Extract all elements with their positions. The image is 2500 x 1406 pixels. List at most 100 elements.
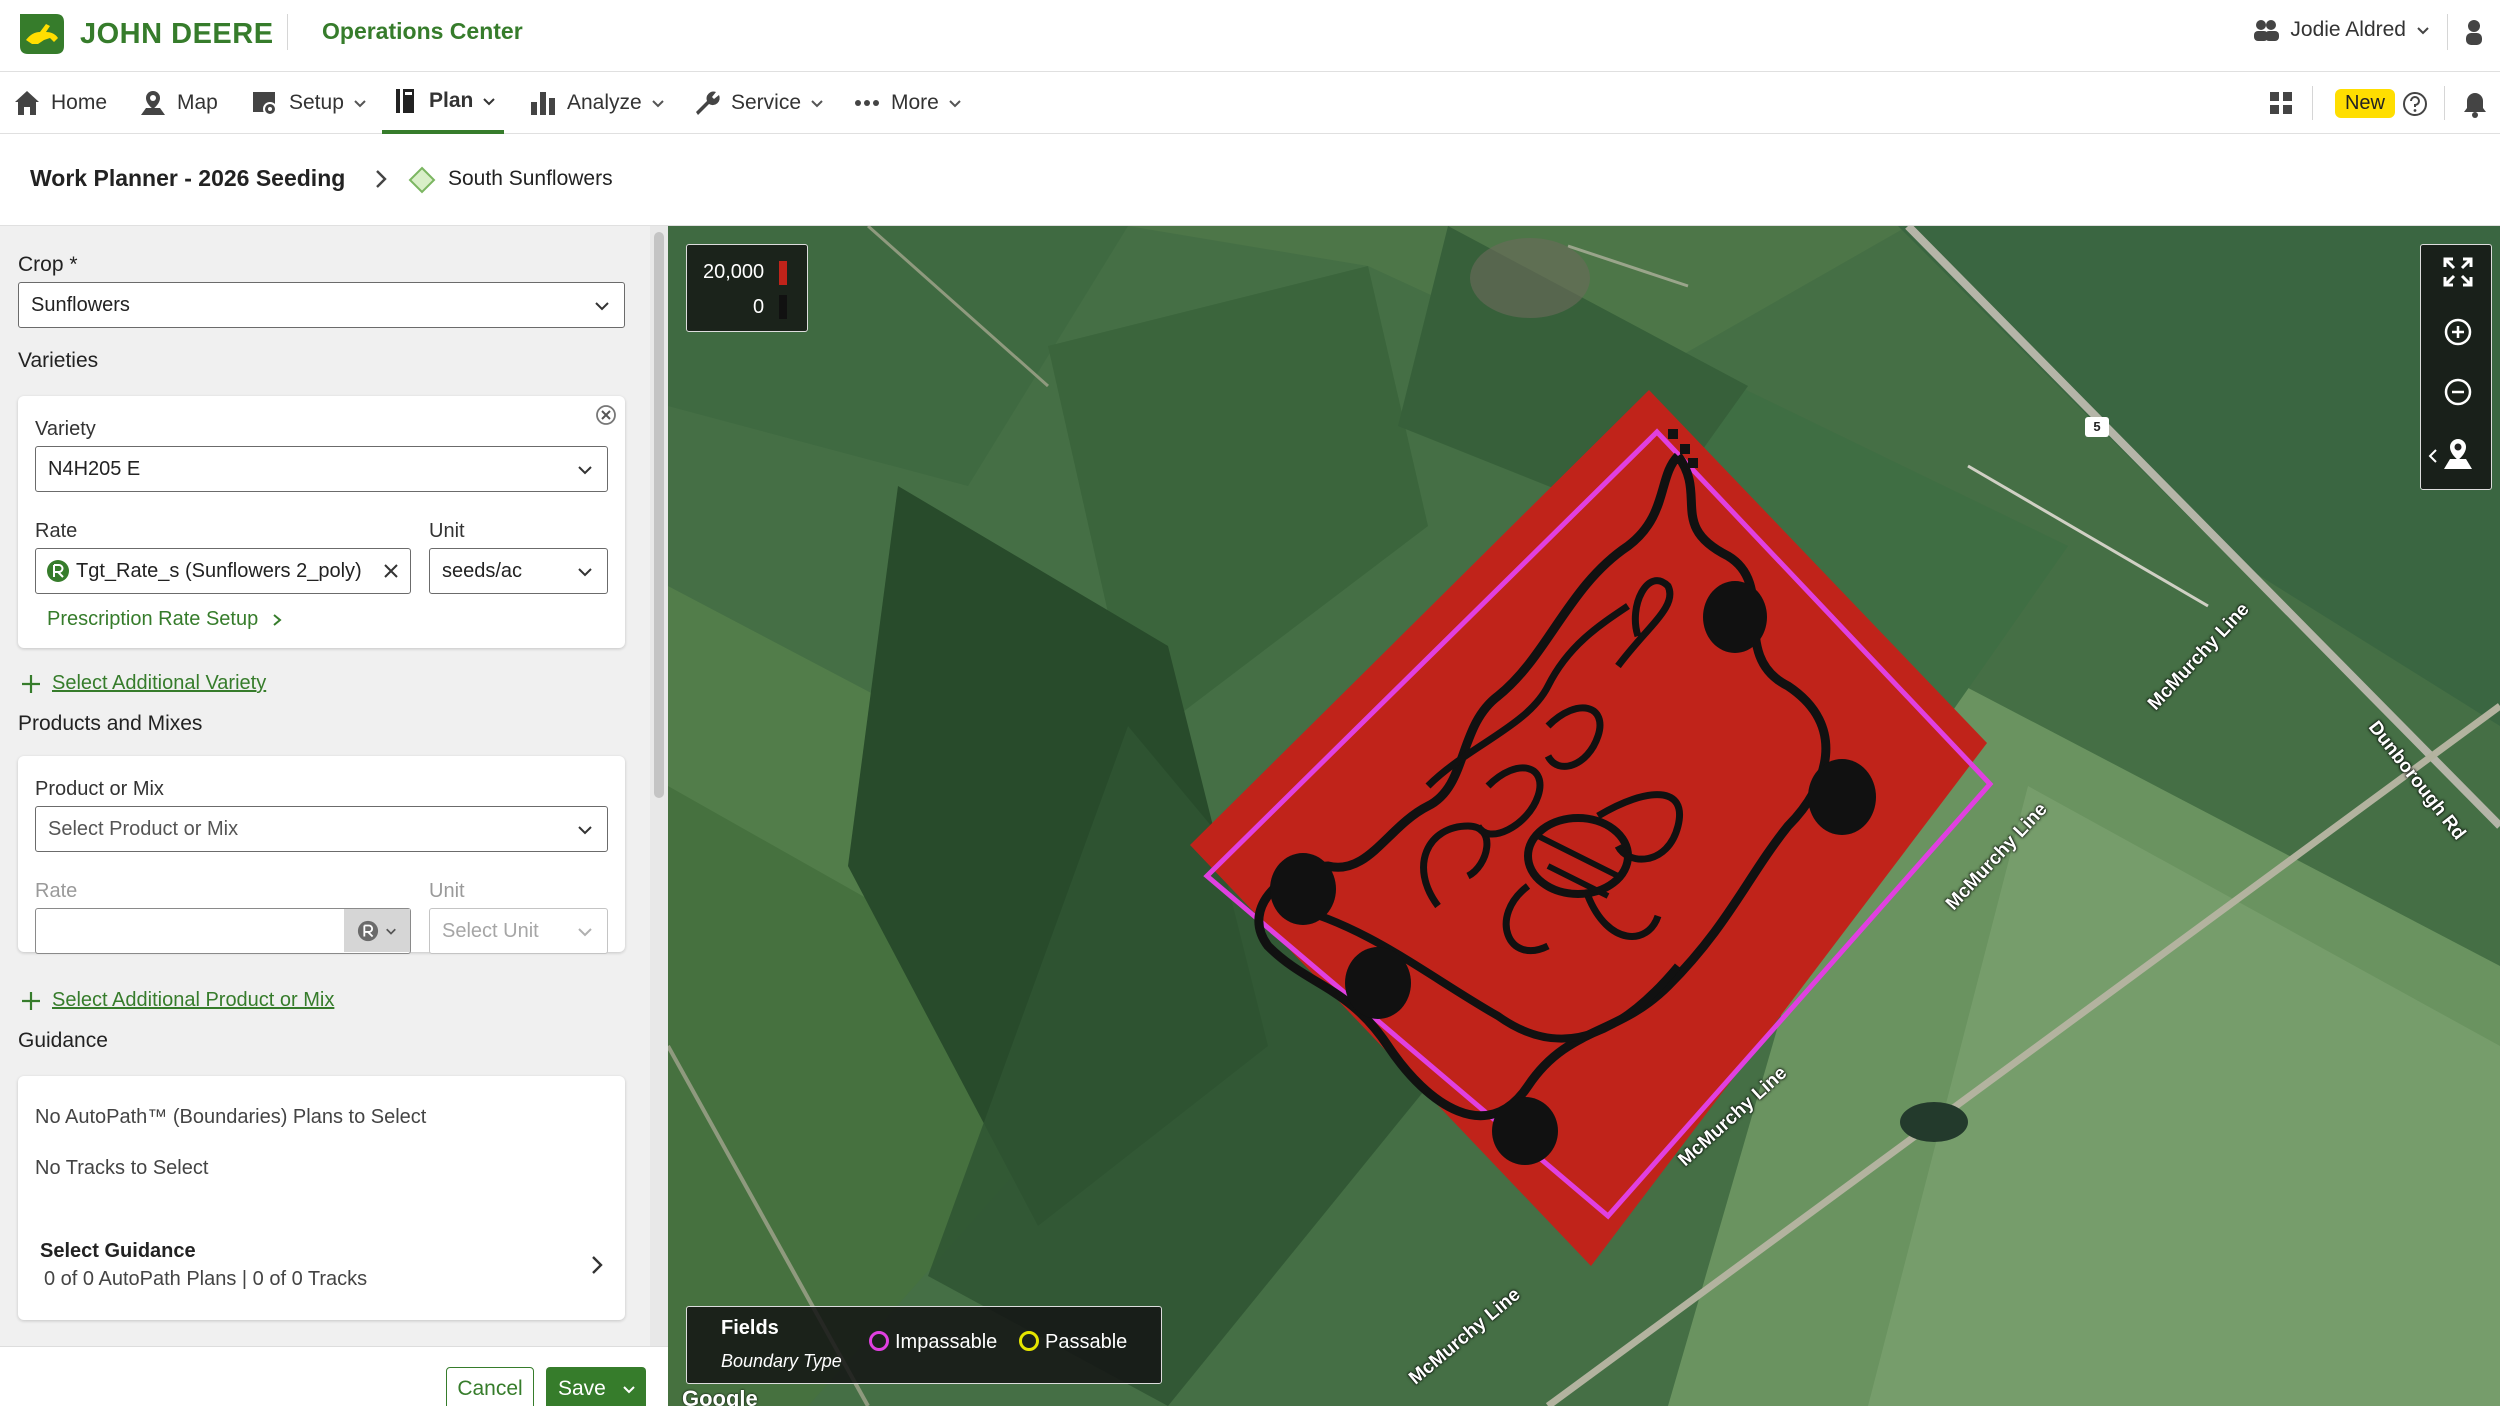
product-card: Product or Mix Select Product or Mix Rat… bbox=[18, 756, 625, 954]
variety-label: Variety bbox=[35, 418, 96, 440]
product-select[interactable]: Select Product or Mix bbox=[35, 806, 608, 852]
legend-fields-title: Fields bbox=[721, 1317, 779, 1339]
nav-label: Map bbox=[177, 91, 218, 114]
save-button[interactable]: Save bbox=[546, 1367, 646, 1406]
zoom-in-icon[interactable] bbox=[2441, 315, 2475, 349]
plus-icon bbox=[22, 675, 40, 693]
highway-shield: 5 bbox=[2085, 417, 2109, 437]
notifications-bell-icon[interactable] bbox=[2462, 90, 2488, 118]
variety-value: N4H205 E bbox=[48, 457, 141, 480]
prescription-icon bbox=[357, 920, 379, 941]
unit-select[interactable]: seeds/ac bbox=[429, 548, 608, 594]
product-rate-label: Rate bbox=[35, 880, 78, 902]
scrollbar-thumb[interactable] bbox=[654, 232, 664, 798]
guidance-summary: 0 of 0 AutoPath Plans | 0 of 0 Tracks bbox=[44, 1268, 368, 1290]
nav-label: Home bbox=[51, 91, 108, 114]
product-placeholder: Select Product or Mix bbox=[48, 817, 239, 840]
apps-grid-icon[interactable] bbox=[2268, 90, 2294, 116]
top-bar: JOHN DEERE Operations Center Jodie Aldre… bbox=[0, 0, 2500, 72]
rate-label: Rate bbox=[35, 520, 78, 542]
nav-label: More bbox=[891, 91, 939, 114]
crop-select[interactable]: Sunflowers bbox=[18, 282, 625, 328]
legend-passable: Passable bbox=[1045, 1331, 1128, 1353]
chevron-down-icon bbox=[578, 928, 592, 937]
clear-rate-icon[interactable] bbox=[382, 562, 400, 580]
nav-analyze[interactable]: Analyze bbox=[528, 72, 665, 134]
satellite-map[interactable]: 5 McMurchy Line McMurchy Line McMurchy L… bbox=[668, 226, 2500, 1406]
add-product-link[interactable]: Select Additional Product or Mix bbox=[52, 989, 334, 1012]
john-deere-logo[interactable]: JOHN DEERE bbox=[16, 10, 274, 58]
add-variety-link[interactable]: Select Additional Variety bbox=[52, 672, 266, 695]
field-boundary-icon bbox=[408, 166, 436, 194]
deer-logo-icon bbox=[20, 14, 64, 54]
crop-value: Sunflowers bbox=[31, 293, 130, 316]
passable-swatch bbox=[1019, 1331, 1039, 1351]
nav-label: Analyze bbox=[567, 91, 642, 114]
chevron-down-icon bbox=[483, 98, 496, 106]
chevron-down-icon bbox=[578, 826, 592, 835]
chevron-left-icon[interactable] bbox=[2427, 448, 2439, 464]
remove-variety-icon[interactable] bbox=[595, 404, 617, 426]
legend-color-high bbox=[779, 261, 787, 285]
impassable-swatch bbox=[869, 1331, 889, 1351]
sidebar-scrollbar[interactable] bbox=[650, 226, 668, 1346]
app-title[interactable]: Operations Center bbox=[322, 18, 523, 45]
nav-setup[interactable]: Setup bbox=[250, 72, 367, 134]
breadcrumb-work-planner[interactable]: Work Planner - 2026 Seeding bbox=[30, 165, 345, 192]
nav-map[interactable]: Map bbox=[138, 72, 218, 134]
chevron-down-icon bbox=[386, 928, 396, 935]
plus-icon bbox=[22, 992, 40, 1010]
map-attribution: Google bbox=[682, 1386, 758, 1406]
bar-chart-icon bbox=[531, 92, 555, 115]
chevron-down-icon bbox=[623, 1386, 635, 1394]
prescription-link-label: Prescription Rate Setup bbox=[47, 608, 259, 630]
nav-home[interactable]: Home bbox=[12, 72, 107, 134]
field-boundary-legend: Fields Boundary Type Impassable Passable bbox=[686, 1306, 1162, 1384]
rate-prescription-field[interactable]: Tgt_Rate_s (Sunflowers 2_poly) bbox=[35, 548, 411, 594]
legend-max-value: 20,000 bbox=[703, 261, 765, 283]
legend-min-value: 0 bbox=[753, 296, 765, 318]
save-label: Save bbox=[558, 1377, 606, 1400]
nav-more[interactable]: More bbox=[852, 72, 962, 134]
divider bbox=[2447, 14, 2448, 50]
zoom-out-icon[interactable] bbox=[2441, 375, 2475, 409]
prescription-rate-setup-link[interactable]: Prescription Rate Setup bbox=[47, 608, 284, 631]
home-icon bbox=[15, 91, 39, 115]
crop-label: Crop * bbox=[18, 253, 78, 276]
rate-type-toggle[interactable] bbox=[344, 909, 410, 952]
no-tracks-text: No Tracks to Select bbox=[35, 1157, 209, 1179]
breadcrumb-field[interactable]: South Sunflowers bbox=[448, 167, 613, 191]
nav-plan[interactable]: Plan bbox=[382, 72, 505, 134]
user-menu[interactable]: Jodie Aldred bbox=[2252, 18, 2430, 42]
brand-name: JOHN DEERE bbox=[80, 17, 274, 50]
rate-legend: 20,000 0 bbox=[686, 244, 808, 332]
profile-icon[interactable] bbox=[2462, 18, 2486, 46]
select-guidance-row[interactable]: Select Guidance 0 of 0 AutoPath Plans | … bbox=[18, 1216, 625, 1320]
new-features-badge[interactable]: New bbox=[2334, 89, 2395, 118]
chevron-down-icon bbox=[949, 100, 961, 108]
no-autopath-text: No AutoPath™ (Boundaries) Plans to Selec… bbox=[35, 1106, 427, 1128]
my-location-icon[interactable] bbox=[2441, 437, 2475, 471]
product-rate-input[interactable] bbox=[35, 908, 411, 954]
variety-select[interactable]: N4H205 E bbox=[35, 446, 608, 492]
more-dots-icon bbox=[855, 100, 879, 106]
nav-label: Setup bbox=[289, 91, 344, 114]
chevron-down-icon bbox=[578, 568, 592, 577]
nav-service[interactable]: Service bbox=[692, 72, 824, 134]
map-controls bbox=[2420, 244, 2492, 490]
chevron-down-icon bbox=[578, 466, 592, 475]
chevron-down-icon bbox=[811, 100, 823, 108]
chevron-right-icon bbox=[592, 1256, 603, 1274]
products-heading: Products and Mixes bbox=[18, 712, 203, 735]
user-name: Jodie Aldred bbox=[2290, 18, 2406, 41]
fullscreen-icon[interactable] bbox=[2441, 255, 2475, 289]
unit-value: seeds/ac bbox=[442, 559, 523, 582]
form-footer: Cancel Save bbox=[0, 1346, 668, 1406]
divider bbox=[2312, 86, 2313, 120]
cancel-button[interactable]: Cancel bbox=[446, 1367, 534, 1406]
help-icon[interactable] bbox=[2402, 91, 2428, 117]
chevron-down-icon bbox=[595, 302, 609, 311]
chevron-down-icon bbox=[652, 100, 664, 108]
product-unit-label: Unit bbox=[429, 880, 465, 902]
product-unit-select[interactable]: Select Unit bbox=[429, 908, 608, 954]
